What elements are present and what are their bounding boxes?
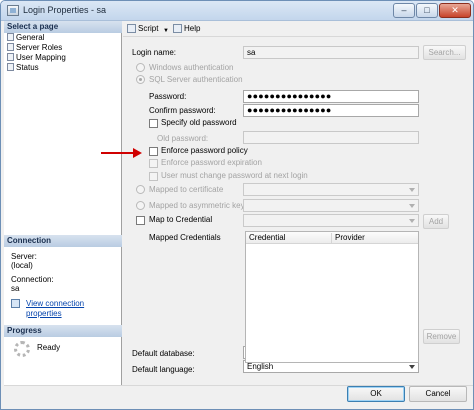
cancel-button[interactable]: Cancel [409,386,467,402]
script-dropdown-icon[interactable]: ▼ [163,26,169,36]
search-button[interactable]: Search... [423,45,466,60]
default-language-value: English [247,362,274,371]
window-title: Login Properties - sa [23,5,107,15]
page-icon [7,63,14,71]
progress-spinner-icon [14,341,30,357]
add-button[interactable]: Add [423,214,449,229]
dialog-footer: OK Cancel [4,385,473,409]
toolbar: Script ▼ Help [123,21,473,37]
script-button[interactable]: Script [127,24,158,34]
script-label: Script [138,24,159,33]
sidebar-item-label: Server Roles [16,43,63,52]
minimize-button[interactable]: – [393,3,415,18]
sidebar-item-user-mapping[interactable]: User Mapping [7,53,66,63]
chevron-down-icon [407,216,417,225]
chevron-down-icon [407,185,417,194]
sql-auth-radio[interactable] [136,75,145,84]
windows-auth-radio[interactable] [136,63,145,72]
progress-status: Ready [37,343,61,352]
title-bar[interactable]: Login Properties - sa – □ ✕ [1,1,473,21]
sidebar-item-label: Status [16,63,39,72]
select-page-header: Select a page [4,21,122,33]
chevron-down-icon [407,362,417,371]
maximize-button[interactable]: □ [416,3,438,18]
certificate-combo[interactable] [243,183,419,196]
close-button[interactable]: ✕ [439,3,471,18]
confirm-password-field[interactable]: ●●●●●●●●●●●●●●● [243,104,419,117]
must-change-checkbox[interactable] [149,172,158,181]
enforce-expiration-label: Enforce password expiration [161,158,262,167]
connection-properties-icon [11,299,20,309]
connection-header: Connection [4,235,122,247]
specify-old-password-checkbox[interactable] [149,119,158,128]
provider-column-header[interactable]: Provider [335,233,365,243]
page-icon [7,33,14,41]
mapped-credentials-grid[interactable]: Credential Provider [245,231,419,363]
progress-header: Progress [4,325,122,337]
page-icon [7,43,14,51]
enforce-expiration-checkbox[interactable] [149,159,158,168]
confirm-password-label: Confirm password: [149,106,216,115]
default-database-label: Default database: [132,349,195,358]
column-divider[interactable] [331,233,332,243]
mapped-cert-label: Mapped to certificate [149,185,224,194]
sidebar-item-status[interactable]: Status [7,63,39,73]
login-name-label: Login name: [132,48,177,57]
sidebar-item-label: General [16,33,45,42]
connection-value: sa [11,284,20,293]
map-credential-label: Map to Credential [149,215,213,224]
view-connection-properties-link[interactable]: View connection properties [26,299,121,319]
map-credential-checkbox[interactable] [136,216,145,225]
arrow-shaft [101,152,135,154]
server-value: (local) [11,261,33,270]
help-button[interactable]: Help [173,24,200,34]
login-name-field[interactable]: sa [243,46,419,59]
help-icon [173,24,182,33]
grid-header: Credential Provider [246,232,418,244]
script-icon [127,24,136,33]
mapped-key-label: Mapped to asymmetric key [149,201,245,210]
enforce-policy-checkbox[interactable] [149,147,158,156]
sidebar: Select a page General Server Roles User … [4,21,122,385]
credential-combo[interactable] [243,214,419,227]
specify-old-password-label: Specify old password [161,118,237,127]
enforce-policy-label: Enforce password policy [161,146,248,155]
chevron-down-icon [407,201,417,210]
red-arrow-annotation [101,148,143,158]
help-label: Help [184,24,201,33]
remove-button[interactable]: Remove [423,329,460,344]
mapped-credentials-label: Mapped Credentials [149,233,221,242]
credential-column-header[interactable]: Credential [249,233,285,243]
password-field[interactable]: ●●●●●●●●●●●●●●● [243,90,419,103]
login-properties-window: Login Properties - sa – □ ✕ Select a pag… [0,0,474,410]
mapped-key-radio[interactable] [136,201,145,210]
must-change-label: User must change password at next login [161,171,308,180]
sidebar-item-general[interactable]: General [7,33,44,43]
mapped-cert-radio[interactable] [136,185,145,194]
sql-auth-label: SQL Server authentication [149,75,243,84]
sidebar-item-label: User Mapping [16,53,66,62]
asymmetric-key-combo[interactable] [243,199,419,212]
windows-auth-label: Windows authentication [149,63,234,72]
arrow-head-icon [133,148,142,158]
page-icon [7,53,14,61]
old-password-label: Old password: [157,134,209,143]
sidebar-item-server-roles[interactable]: Server Roles [7,43,62,53]
window-icon [7,5,19,16]
password-label: Password: [149,92,187,101]
default-language-label: Default language: [132,365,195,374]
old-password-field[interactable] [243,131,419,144]
ok-button[interactable]: OK [347,386,405,402]
